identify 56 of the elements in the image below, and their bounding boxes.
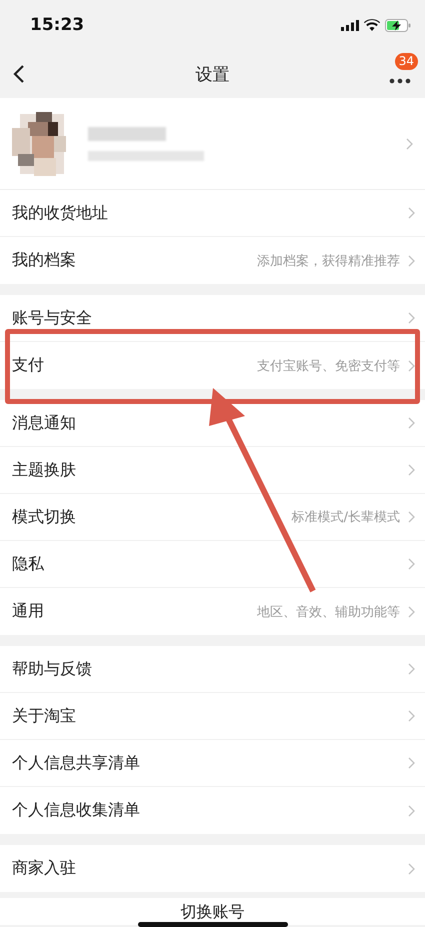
chevron-icon [408, 464, 415, 476]
chevron-icon [406, 138, 413, 150]
settings-row[interactable]: 通用 地区、音效、辅助功能等 [0, 588, 425, 635]
settings-row[interactable]: 个人信息共享清单 [0, 740, 425, 787]
chevron-icon [408, 511, 415, 523]
row-hint: 添加档案，获得精准推荐 [257, 252, 400, 270]
notification-badge: 34 [394, 53, 418, 70]
chevron-icon [408, 804, 415, 816]
more-icon [389, 78, 411, 84]
chevron-icon [408, 862, 415, 874]
row-hint: 支付宝账号、免密支付等 [257, 358, 400, 374]
chevron-icon [408, 663, 415, 675]
row-label: 商家入驻 [12, 858, 77, 879]
page-title: 设置 [196, 64, 230, 86]
row-hint: 标准模式/长辈模式 [292, 509, 400, 526]
status-time: 15:23 [30, 15, 84, 35]
row-label: 个人信息共享清单 [12, 752, 141, 774]
settings-row[interactable]: 个人信息收集清单 [0, 787, 425, 834]
row-label: 我的档案 [12, 250, 77, 271]
row-label: 帮助与反馈 [12, 658, 93, 680]
chevron-icon [408, 606, 415, 618]
settings-row[interactable]: 商家入驻 [0, 845, 425, 892]
switch-account-button[interactable]: 切换账号 [180, 900, 244, 925]
chevron-icon [408, 254, 415, 266]
row-label: 个人信息收集清单 [12, 800, 141, 821]
chevron-icon [408, 207, 415, 219]
row-label: 账号与安全 [12, 308, 93, 328]
row-label: 模式切换 [12, 506, 77, 528]
row-label: 消息通知 [12, 412, 77, 434]
row-label: 支付 [12, 355, 45, 376]
row-label: 隐私 [12, 554, 45, 574]
chevron-icon [408, 312, 415, 324]
row-hint: 地区、音效、辅助功能等 [257, 604, 400, 620]
row-label: 我的收货地址 [12, 202, 109, 224]
settings-row[interactable]: 关于淘宝 [0, 693, 425, 740]
more-button[interactable] [387, 76, 413, 86]
row-label: 主题换肤 [12, 460, 77, 480]
chevron-icon [408, 710, 415, 722]
settings-row[interactable]: 模式切换 标准模式/长辈模式 [0, 494, 425, 541]
back-icon[interactable] [12, 64, 26, 84]
row-label: 关于淘宝 [12, 706, 77, 726]
settings-row[interactable]: 隐私 [0, 541, 425, 588]
settings-row[interactable]: 帮助与反馈 [0, 646, 425, 693]
chevron-icon [408, 360, 415, 372]
signal-icon [341, 20, 359, 30]
chevron-icon [408, 417, 415, 429]
settings-row[interactable]: 账号与安全 [0, 295, 425, 342]
settings-row[interactable]: 支付 支付宝账号、免密支付等 [0, 342, 425, 389]
wifi-icon [364, 19, 380, 31]
chevron-icon [408, 558, 415, 570]
battery-icon [385, 18, 411, 32]
settings-row[interactable]: 主题换肤 [0, 447, 425, 494]
chevron-icon [408, 757, 415, 769]
row-label: 通用 [12, 601, 45, 622]
settings-row[interactable]: 我的档案 添加档案，获得精准推荐 [0, 237, 425, 284]
settings-row[interactable]: 我的收货地址 [0, 190, 425, 237]
